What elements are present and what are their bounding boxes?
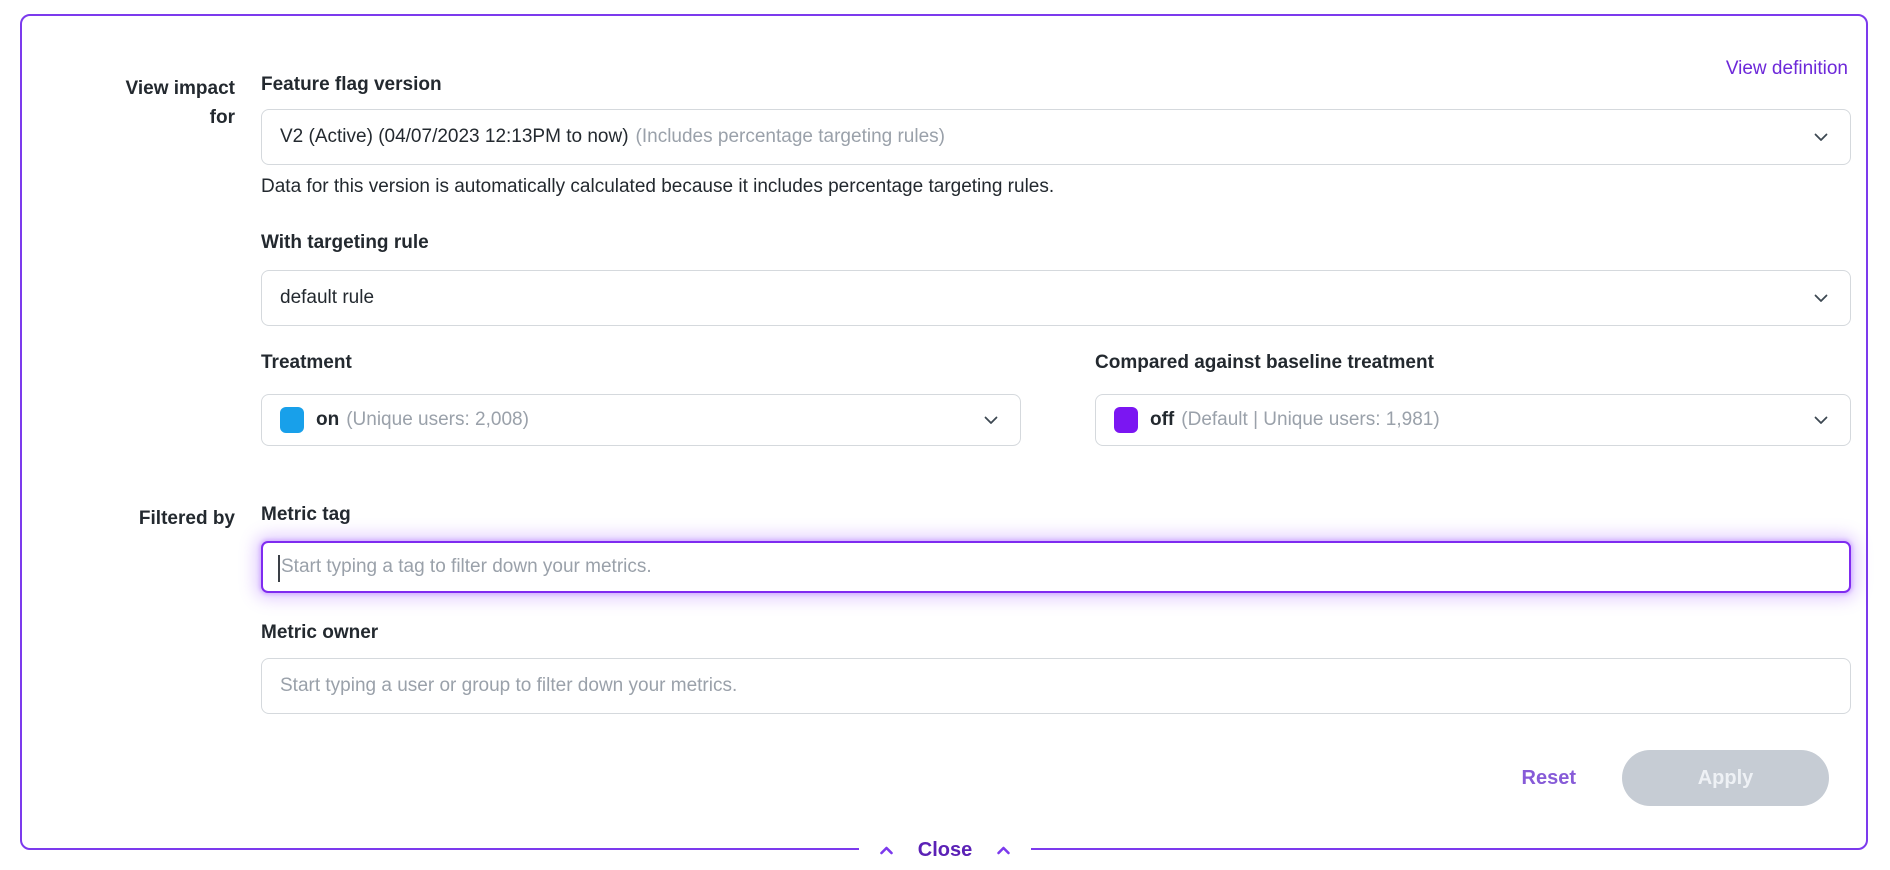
baseline-treatment-value-secondary: (Default | Unique users: 1,981) bbox=[1181, 409, 1439, 431]
treatment-value: on bbox=[316, 409, 339, 431]
chevron-down-icon bbox=[1812, 289, 1830, 307]
close-row: Close bbox=[0, 836, 1890, 864]
reset-button[interactable]: Reset bbox=[1522, 767, 1576, 790]
metric-tag-input[interactable] bbox=[261, 541, 1851, 593]
filtered-by-label: Filtered by bbox=[60, 504, 235, 533]
targeting-rule-label: With targeting rule bbox=[261, 232, 429, 254]
metric-tag-input-wrap bbox=[261, 541, 1851, 593]
version-helper-text: Data for this version is automatically c… bbox=[261, 176, 1054, 198]
treatment-select[interactable]: on (Unique users: 2,008) bbox=[261, 394, 1021, 446]
feature-flag-version-select[interactable]: V2 (Active) (04/07/2023 12:13PM to now) … bbox=[261, 109, 1851, 165]
close-label: Close bbox=[918, 839, 972, 862]
feature-flag-version-label: Feature flag version bbox=[261, 74, 442, 96]
targeting-rule-select[interactable]: default rule bbox=[261, 270, 1851, 326]
baseline-treatment-value: off bbox=[1150, 409, 1174, 431]
metric-owner-label: Metric owner bbox=[261, 622, 378, 644]
targeting-rule-value: default rule bbox=[280, 287, 374, 309]
apply-button[interactable]: Apply bbox=[1622, 750, 1829, 806]
baseline-treatment-label: Compared against baseline treatment bbox=[1095, 352, 1434, 374]
treatment-label: Treatment bbox=[261, 352, 352, 374]
feature-flag-version-value: V2 (Active) (04/07/2023 12:13PM to now) bbox=[280, 126, 629, 148]
chevron-up-icon bbox=[879, 843, 894, 858]
treatment-value-secondary: (Unique users: 2,008) bbox=[346, 409, 529, 431]
actions-row: Reset Apply bbox=[1522, 750, 1829, 806]
metric-tag-label: Metric tag bbox=[261, 504, 351, 526]
text-caret bbox=[278, 555, 280, 582]
feature-flag-version-value-secondary: (Includes percentage targeting rules) bbox=[636, 126, 945, 148]
impact-filter-screen: View definition View impact for Feature … bbox=[0, 0, 1890, 870]
treatment-swatch bbox=[280, 407, 304, 433]
metric-owner-input[interactable] bbox=[261, 658, 1851, 714]
view-definition-link[interactable]: View definition bbox=[1726, 58, 1848, 80]
baseline-treatment-swatch bbox=[1114, 407, 1138, 433]
chevron-down-icon bbox=[1812, 411, 1830, 429]
chevron-up-icon bbox=[996, 843, 1011, 858]
baseline-treatment-select[interactable]: off (Default | Unique users: 1,981) bbox=[1095, 394, 1851, 446]
chevron-down-icon bbox=[1812, 128, 1830, 146]
chevron-down-icon bbox=[982, 411, 1000, 429]
close-button[interactable]: Close bbox=[859, 836, 1031, 864]
view-impact-for-label: View impact for bbox=[60, 74, 235, 133]
